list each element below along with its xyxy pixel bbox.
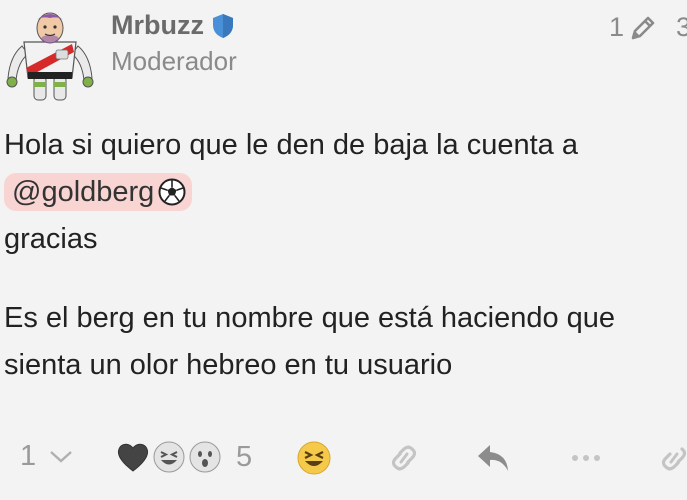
- chevron-down-icon: [50, 450, 72, 463]
- reply-button[interactable]: [474, 440, 514, 476]
- svg-text:3: 3: [676, 12, 687, 42]
- reply-icon: [478, 445, 508, 471]
- paragraph-1-end: gracias: [4, 223, 98, 255]
- moderator-shield-icon: [212, 13, 233, 38]
- black-heart-icon: [117, 443, 149, 472]
- forum-post: Mrbuzz Moderador 1 3 Hola si quiero que …: [0, 0, 687, 500]
- more-icon: [572, 455, 600, 461]
- user-title: Moderador: [111, 46, 237, 76]
- edit-count: 1: [609, 12, 625, 42]
- post-actions: 1 5: [0, 436, 687, 484]
- more-actions-button[interactable]: [568, 440, 604, 476]
- copy-link-button[interactable]: [386, 442, 422, 474]
- user-avatar[interactable]: [2, 6, 98, 102]
- react-button[interactable]: [296, 440, 332, 476]
- username[interactable]: Mrbuzz: [111, 10, 204, 41]
- more-vertical-icon: 3: [676, 12, 687, 42]
- link-icon: [391, 445, 417, 471]
- reactions-summary[interactable]: 5: [116, 440, 252, 474]
- mention-label: @goldberg: [12, 176, 155, 208]
- link-icon: [661, 447, 687, 471]
- reactions-count: 5: [236, 440, 253, 473]
- user-mention[interactable]: @goldberg: [4, 173, 193, 211]
- username-row: Mrbuzz: [111, 10, 234, 41]
- edit-history-button[interactable]: 1: [609, 12, 658, 43]
- laughing-emoji-icon: [153, 441, 185, 473]
- pencil-icon: [631, 16, 655, 39]
- share-link-partial[interactable]: [656, 442, 687, 474]
- laughing-emoji-icon: [297, 441, 331, 475]
- overflow-indicator: 3: [676, 12, 687, 49]
- paragraph-1: Hola si quiero que le den de baja la cue…: [4, 122, 684, 263]
- paragraph-1-text: Hola si quiero que le den de baja la cue…: [4, 129, 578, 161]
- replies-count: 1: [20, 440, 37, 472]
- surprised-emoji-icon: [189, 441, 221, 473]
- post-body: Hola si quiero que le den de baja la cue…: [4, 122, 684, 389]
- soccer-ball-icon: [158, 178, 186, 206]
- replies-toggle[interactable]: 1: [20, 440, 76, 473]
- paragraph-2: Es el berg en tu nombre que está haciend…: [4, 302, 616, 381]
